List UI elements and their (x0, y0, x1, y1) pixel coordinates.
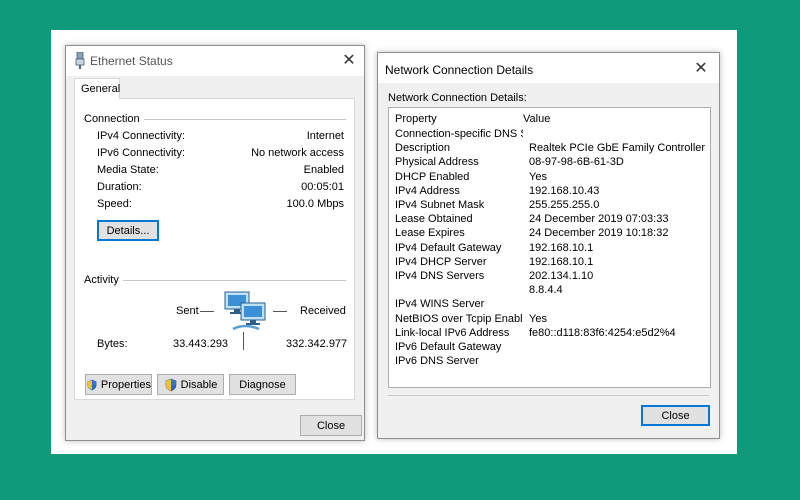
tab-general-label: General (81, 83, 121, 95)
detail-value: 202.134.1.10 (529, 270, 594, 282)
ethernet-adapter-icon (75, 51, 85, 72)
connection-row-label: Duration: (97, 181, 142, 193)
detail-property: Description (395, 142, 451, 155)
detail-property: Lease Expires (395, 227, 465, 240)
detail-value: Realtek PCIe GbE Family Controller (529, 142, 706, 155)
detail-property: IPv6 DNS Server (395, 355, 479, 368)
detail-property: Physical Address (395, 156, 479, 169)
connection-row-value: 100.0 Mbps (286, 198, 344, 210)
detail-row[interactable]: Connection-specific DNS S... (395, 128, 710, 142)
connection-row-value: Enabled (303, 164, 344, 176)
disable-button[interactable]: Disable (157, 374, 224, 395)
detail-property: IPv4 Address (395, 184, 460, 197)
detail-row[interactable]: IPv4 Address 192.168.10.43 (395, 185, 710, 199)
detail-row[interactable]: IPv4 Default Gateway 192.168.10.1 (395, 242, 710, 256)
detail-row[interactable]: IPv4 WINS Server (395, 298, 710, 312)
detail-row[interactable]: Link-local IPv6 Address fe80::d118:83f6:4… (395, 327, 710, 341)
connection-row-label: IPv4 Connectivity: (97, 130, 186, 142)
detail-row[interactable]: 8.8.4.4 (395, 284, 710, 298)
uac-shield-icon (87, 379, 97, 390)
detail-row[interactable]: Physical Address 08-97-98-6B-61-3D (395, 156, 710, 170)
details-listview[interactable]: Property Value Connection-specific DNS S… (388, 107, 711, 388)
disable-button-label: Disable (180, 378, 218, 391)
ethernet-status-window: Ethernet Status ✕ General Connection IPv… (65, 45, 365, 441)
bytes-received-value: 332.342.977 (286, 338, 348, 350)
detail-row[interactable]: Description Realtek PCIe GbE Family Contr… (395, 142, 710, 156)
bottom-divider (388, 395, 709, 396)
list-header: Property Value (389, 108, 710, 126)
connection-row-value: Internet (306, 130, 344, 142)
detail-property: Lease Obtained (395, 213, 473, 226)
detail-property: NetBIOS over Tcpip Enabl... (395, 312, 523, 325)
details-button[interactable]: Details... (97, 220, 159, 241)
detail-value: 255.255.255.0 (529, 199, 600, 211)
bytes-sent-value: 33.443.293 (173, 338, 229, 350)
detail-value: 192.168.10.43 (529, 184, 600, 197)
detail-value: Yes (529, 170, 547, 183)
network-computers-icon (223, 289, 269, 338)
detail-property: DHCP Enabled (395, 170, 470, 183)
close-icon[interactable]: ✕ (338, 50, 360, 72)
bytes-label: Bytes: (97, 338, 128, 350)
bytes-separator (243, 332, 244, 350)
detail-property: IPv4 DHCP Server (395, 255, 487, 268)
close-icon[interactable]: ✕ (690, 58, 712, 80)
diagnose-button[interactable]: Diagnose (229, 374, 296, 395)
column-header-property[interactable]: Property (395, 113, 437, 125)
connection-group-label: Connection (84, 113, 144, 125)
sent-label: Sent (176, 305, 199, 317)
column-header-value[interactable]: Value (523, 113, 550, 125)
properties-button[interactable]: Properties (85, 374, 152, 395)
details-titlebar[interactable]: Network Connection Details ✕ (378, 53, 719, 83)
detail-value: 8.8.4.4 (529, 284, 563, 297)
tab-general[interactable]: General (74, 78, 120, 99)
detail-property: Connection-specific DNS S... (395, 128, 523, 140)
connection-row-value: 00:05:01 (301, 181, 344, 193)
detail-row[interactable]: IPv6 Default Gateway (395, 341, 710, 355)
received-connector-line (273, 311, 287, 312)
connection-row-value: No network access (251, 147, 344, 159)
connection-row-label: IPv6 Connectivity: (97, 147, 186, 159)
properties-button-label: Properties (100, 378, 151, 391)
received-label: Received (300, 305, 346, 317)
activity-group-label: Activity (84, 274, 123, 286)
ethernet-status-titlebar[interactable]: Ethernet Status ✕ (66, 46, 364, 76)
detail-property: IPv4 WINS Server (395, 298, 485, 311)
details-close-button[interactable]: Close (641, 405, 710, 426)
detail-row[interactable]: Lease Obtained 24 December 2019 07:03:33 (395, 213, 710, 227)
detail-property: Link-local IPv6 Address (395, 326, 510, 339)
detail-row[interactable]: IPv4 Subnet Mask 255.255.255.0 (395, 199, 710, 213)
detail-value: 192.168.10.1 (529, 241, 594, 254)
detail-value: 192.168.10.1 (529, 255, 594, 268)
general-tab-page: Connection IPv4 Connectivity: Internet IPv… (74, 98, 355, 400)
detail-value: 24 December 2019 10:18:32 (529, 227, 669, 240)
detail-property: IPv4 Subnet Mask (395, 199, 485, 211)
uac-shield-icon (165, 378, 176, 391)
list-caption: Network Connection Details: (388, 92, 527, 104)
close-button[interactable]: Close (300, 415, 362, 436)
detail-row[interactable]: Lease Expires 24 December 2019 10:18:32 (395, 227, 710, 241)
detail-row[interactable]: DHCP Enabled Yes (395, 171, 710, 185)
sent-connector-line (200, 311, 214, 312)
detail-row[interactable]: IPv6 DNS Server (395, 355, 710, 369)
detail-row[interactable]: NetBIOS over Tcpip Enabl... Yes (395, 313, 710, 327)
detail-value: 24 December 2019 07:03:33 (529, 213, 669, 226)
connection-row-label: Media State: (97, 164, 159, 176)
detail-row[interactable]: IPv4 DNS Servers 202.134.1.10 (395, 270, 710, 284)
detail-row[interactable]: IPv4 DHCP Server 192.168.10.1 (395, 256, 710, 270)
detail-value: Yes (529, 312, 547, 325)
window-title: Ethernet Status (90, 54, 173, 68)
network-connection-details-window: Network Connection Details ✕ Network Con… (377, 52, 720, 439)
details-window-title: Network Connection Details (385, 63, 534, 77)
detail-property: IPv4 Default Gateway (395, 241, 502, 254)
detail-value: 08-97-98-6B-61-3D (529, 156, 624, 169)
detail-value: fe80::d118:83f6:4254:e5d2%4 (529, 326, 676, 339)
detail-property: IPv4 DNS Servers (395, 270, 485, 282)
connection-row-label: Speed: (97, 198, 132, 210)
detail-property: IPv6 Default Gateway (395, 341, 502, 353)
